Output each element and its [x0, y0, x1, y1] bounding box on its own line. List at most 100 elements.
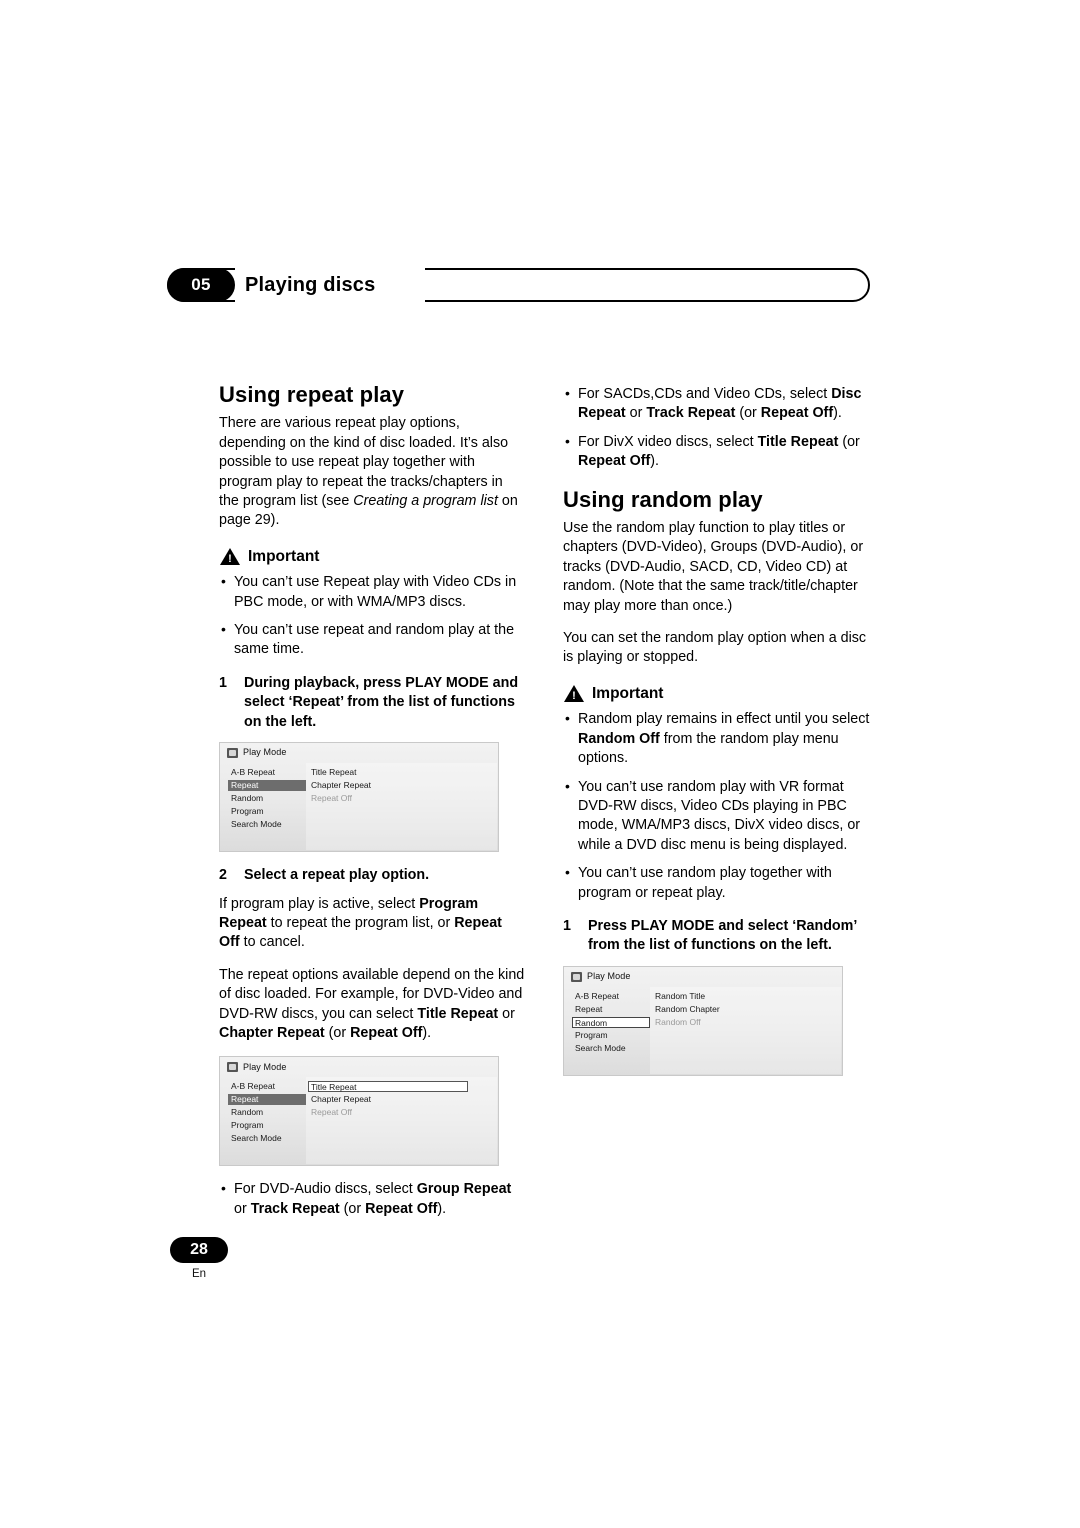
osd-left-menu: A-B Repeat Repeat Random Program Search … [228, 767, 306, 832]
section-title-random: Using random play [563, 486, 763, 512]
sacd-text-4: ). [833, 405, 842, 422]
options-bold-1: Title Repeat [417, 1005, 499, 1022]
random-important-bullet-3: You can’t use random play together with … [563, 863, 870, 903]
important-label-right: Important [592, 684, 664, 702]
osd-option-item-disabled: Repeat Off [311, 793, 352, 804]
language-code: En [191, 1268, 207, 1280]
step-1-right: 1 Press PLAY MODE and select ‘Random’ fr… [563, 917, 870, 956]
important-bullet-list-right: Random play remains in effect until you … [563, 709, 870, 903]
svg-text:!: ! [228, 553, 232, 565]
dvda-text-1: For DVD-Audio discs, select [234, 1181, 417, 1198]
osd-menu-item[interactable]: A-B Repeat [228, 767, 306, 778]
osd-title: Play Mode [243, 1061, 287, 1072]
step-1-left: 1 During playback, press PLAY MODE and s… [219, 674, 526, 732]
divx-bold-1: Title Repeat [757, 433, 839, 450]
osd-menu-item[interactable]: A-B Repeat [572, 991, 650, 1002]
osd-menu-item[interactable]: Search Mode [228, 1133, 306, 1144]
dvd-audio-bullet-list: For DVD-Audio discs, select Group Repeat… [219, 1179, 526, 1219]
osd-option-item[interactable]: Random Title [652, 991, 812, 1002]
document-page: 05 Playing discs Using repeat play There… [0, 0, 1080, 1528]
important-header-right: ! Important [563, 684, 870, 703]
dvda-text-4: ). [437, 1200, 447, 1217]
page-footer: 28 En [170, 1237, 228, 1280]
osd-figure-repeat-dark: Play Mode A-B Repeat Repeat Random Progr… [219, 742, 526, 853]
osd-menu-item[interactable]: Random [228, 793, 306, 804]
dvda-bold-3: Repeat Off [365, 1200, 438, 1217]
step-1-text-left: During playback, press PLAY MODE and sel… [244, 674, 519, 730]
program-text-1: If program play is active, select [219, 895, 420, 912]
options-text-2: or [498, 1005, 515, 1022]
important-block-left: ! Important You can’t use Repeat play wi… [219, 547, 526, 660]
osd-window-repeat-light: Play Mode A-B Repeat Repeat Random Progr… [219, 1056, 499, 1167]
sacd-bullet: For SACDs,CDs and Video CDs, select Disc… [563, 384, 870, 424]
osd-menu-item[interactable]: Random [228, 1107, 306, 1118]
sacd-bold-2: Track Repeat [646, 405, 736, 422]
osd-option-item[interactable]: Chapter Repeat [308, 780, 468, 791]
divx-bullet: For DivX video discs, select Title Repea… [563, 432, 870, 472]
disc-icon [227, 748, 238, 759]
osd-titlebar: Play Mode [564, 967, 842, 987]
osd-menu-item[interactable]: Search Mode [572, 1043, 650, 1054]
repeat-intro-italic: Creating a program list [353, 493, 498, 510]
important-bullet-2: You can’t use repeat and random play at … [219, 620, 526, 660]
osd-option-item[interactable]: Random Chapter [652, 1004, 812, 1015]
disc-type-bullet-list: For SACDs,CDs and Video CDs, select Disc… [563, 384, 870, 472]
sacd-text-2: or [625, 405, 647, 422]
step-1-number-right: 1 [563, 917, 571, 934]
osd-window-random: Play Mode A-B Repeat Repeat Random Progr… [563, 965, 843, 1076]
dvda-text-2: or [234, 1200, 251, 1217]
osd-option-item[interactable]: Chapter Repeat [308, 1094, 468, 1105]
random-important-bullet-1: Random play remains in effect until you … [563, 709, 870, 768]
osd-menu-item[interactable]: Program [572, 1030, 650, 1041]
osd-option-item[interactable]: Title Repeat [308, 767, 468, 778]
sacd-text-1: For SACDs,CDs and Video CDs, select [578, 386, 832, 402]
page-header: 05 Playing discs [167, 266, 870, 304]
program-text-3: to cancel. [239, 934, 305, 951]
program-text-2: to repeat the program list, or [266, 914, 455, 931]
step-1-number-left: 1 [219, 674, 227, 691]
osd-menu-item[interactable]: Program [228, 806, 306, 817]
osd-left-menu: A-B Repeat Repeat Random Program Search … [572, 991, 650, 1056]
important-label-left: Important [248, 547, 320, 565]
disc-icon [571, 971, 582, 982]
rnd-bold-1: Random Off [578, 730, 660, 747]
divx-text-1: For DivX video discs, select [578, 433, 758, 450]
step-1-text-right: Press PLAY MODE and select ‘Random’ from… [588, 917, 857, 954]
osd-option-item-disabled: Repeat Off [311, 1107, 352, 1118]
important-header-left: ! Important [219, 547, 526, 566]
osd-option-item-highlighted[interactable]: Title Repeat [308, 1081, 468, 1093]
osd-figure-random: Play Mode A-B Repeat Repeat Random Progr… [563, 965, 870, 1076]
chapter-title: Playing discs [245, 274, 376, 296]
sacd-text-3: (or [735, 405, 761, 422]
dvd-audio-bullet: For DVD-Audio discs, select Group Repeat… [219, 1179, 526, 1219]
osd-titlebar: Play Mode [220, 1057, 498, 1077]
divx-text-2: (or [838, 433, 860, 450]
important-bullet-1: You can’t use Repeat play with Video CDs… [219, 572, 526, 612]
program-repeat-paragraph: If program play is active, select Progra… [219, 895, 526, 953]
important-block-right: ! Important Random play remains in effec… [563, 684, 870, 903]
svg-text:!: ! [572, 690, 576, 702]
osd-menu-item-selected[interactable]: Random [572, 1016, 650, 1028]
osd-menu-item-selected[interactable]: Repeat [228, 780, 306, 792]
osd-figure-repeat-light: Play Mode A-B Repeat Repeat Random Progr… [219, 1056, 526, 1167]
section-title-repeat: Using repeat play [219, 382, 405, 407]
osd-menu-item[interactable]: Program [228, 1120, 306, 1131]
repeat-intro-paragraph: There are various repeat play options, d… [219, 414, 526, 530]
options-text-4: ). [422, 1024, 432, 1041]
right-column: For SACDs,CDs and Video CDs, select Disc… [563, 384, 870, 1090]
random-intro2-paragraph: You can set the random play option when … [563, 630, 867, 666]
osd-menu-item-selected[interactable]: Repeat [228, 1094, 306, 1106]
osd-menu-item[interactable]: A-B Repeat [228, 1081, 306, 1092]
left-column: Using repeat play There are various repe… [219, 382, 526, 1228]
osd-window-repeat-dark: Play Mode A-B Repeat Repeat Random Progr… [219, 742, 499, 853]
osd-menu-item[interactable]: Repeat [572, 1004, 650, 1015]
osd-option-item-disabled: Random Off [655, 1016, 701, 1027]
osd-menu-item[interactable]: Search Mode [228, 819, 306, 830]
options-bold-2: Chapter Repeat [219, 1024, 325, 1041]
repeat-options-paragraph: The repeat options available depend on t… [219, 966, 526, 1044]
osd-title: Play Mode [243, 747, 287, 758]
step-2-left: 2 Select a repeat play option. [219, 866, 526, 885]
osd-right-menu: Random Title Random Chapter Random Off [652, 991, 812, 1030]
step-2-text-left: Select a repeat play option. [244, 867, 430, 884]
sacd-bold-3: Repeat Off [760, 405, 834, 422]
